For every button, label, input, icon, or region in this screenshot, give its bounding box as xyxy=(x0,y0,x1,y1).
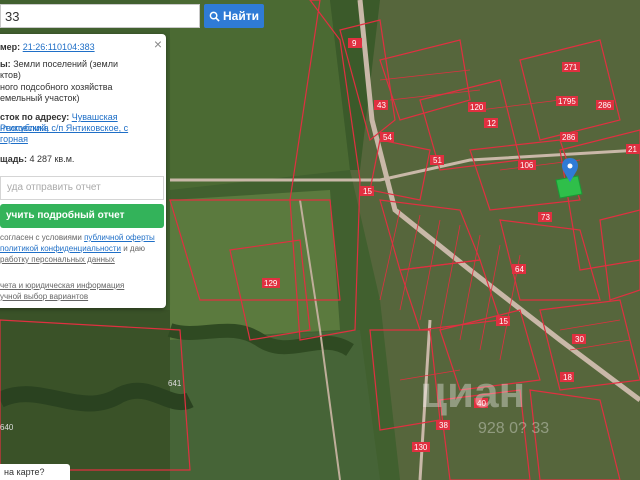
search-button-label: Найти xyxy=(223,9,259,23)
parcel-label: 12 xyxy=(487,119,496,128)
parcel-label: 286 xyxy=(598,101,612,110)
parcel-label: 30 xyxy=(575,335,584,344)
field-central xyxy=(170,190,340,340)
category-text: Земли поселений (земли xyxy=(13,59,118,69)
parcel-label: 73 xyxy=(541,213,550,222)
category-text-3: ного подсобного хозяйства xyxy=(0,82,113,92)
parcel-label: 51 xyxy=(433,156,442,165)
parcel-label: 1795 xyxy=(558,97,576,106)
parcel-label: 106 xyxy=(520,161,534,170)
area-value: 4 287 кв.м. xyxy=(29,154,75,164)
consent-text: согласен с условиями xyxy=(0,233,85,242)
parcel-label: 129 xyxy=(264,279,278,288)
category-text-2: ктов) xyxy=(0,70,21,80)
parcel-label: 120 xyxy=(470,103,484,112)
search-button[interactable]: Найти xyxy=(204,4,264,28)
privacy-link[interactable]: политикой конфиденциальности xyxy=(0,244,121,253)
parcel-label: 9 xyxy=(352,39,357,48)
watermark-brand: циан xyxy=(420,368,526,417)
manual-selection-link[interactable]: учной выбор вариантов xyxy=(0,291,164,302)
email-field[interactable]: уда отправить отчет xyxy=(0,176,164,200)
parcel-label: 64 xyxy=(515,265,524,274)
address-link-2[interactable]: нтиковский, с/п Янтиковское, с xyxy=(0,123,164,134)
search-input[interactable]: 33 xyxy=(0,4,200,28)
parcel-label: 130 xyxy=(414,443,428,452)
address-label: сток по адресу: xyxy=(0,112,70,122)
cadastral-label: мер: xyxy=(0,42,21,52)
consent-text-2: и даю xyxy=(120,244,146,253)
category-label: ы: xyxy=(0,59,11,69)
legal-info-link[interactable]: чета и юридическая информация xyxy=(0,280,164,291)
parcel-label: 38 xyxy=(439,421,448,430)
offer-link[interactable]: публичной оферты xyxy=(84,233,155,242)
location-pin-dot xyxy=(567,163,573,169)
parcel-label: 54 xyxy=(383,133,392,142)
field-north xyxy=(170,0,350,190)
parcel-label: 641 xyxy=(168,379,182,388)
map-question-link[interactable]: на карте? xyxy=(0,464,70,480)
area-label: щадь: xyxy=(0,154,27,164)
parcel-label: 15 xyxy=(363,187,372,196)
cadastral-number-link[interactable]: 21:26:110104:383 xyxy=(23,42,95,52)
parcel-label: 271 xyxy=(564,63,578,72)
parcel-label: 21 xyxy=(628,145,637,154)
parcel-label: 640 xyxy=(0,423,14,432)
address-link-3[interactable]: горная xyxy=(0,134,164,145)
parcel-label: 18 xyxy=(563,373,572,382)
category-text-4: емельный участок) xyxy=(0,93,80,103)
report-button[interactable]: учить подробный отчет xyxy=(0,204,164,228)
search-icon xyxy=(209,11,220,22)
parcel-info-card: × мер: 21:26:110104:383 ы: Земли поселен… xyxy=(0,34,166,308)
parcel-label: 286 xyxy=(562,133,576,142)
parcel-label: 15 xyxy=(499,317,508,326)
parcel-label: 43 xyxy=(377,101,386,110)
watermark-phone: 928 0? 33 xyxy=(478,420,550,437)
data-processing-link[interactable]: работку персональных данных xyxy=(0,254,164,265)
